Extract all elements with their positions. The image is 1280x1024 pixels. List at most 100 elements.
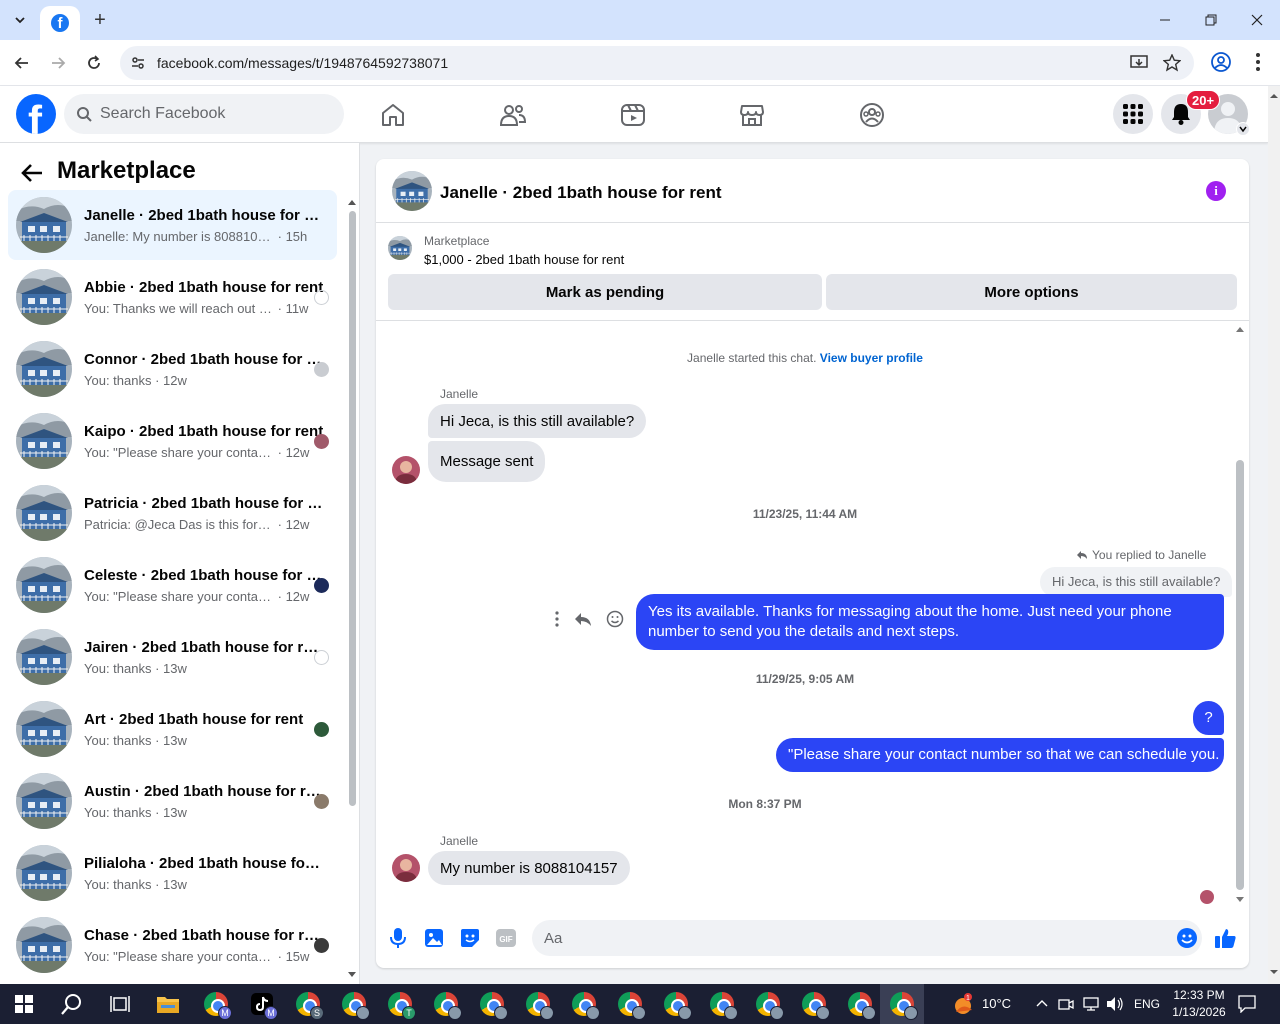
taskbar-search-button[interactable]: [50, 984, 94, 1024]
react-emoji-icon[interactable]: [606, 610, 624, 628]
outgoing-message[interactable]: Yes its available. Thanks for messaging …: [636, 594, 1224, 650]
clock-time[interactable]: 12:33 PM: [1170, 988, 1228, 1002]
conversation-item[interactable]: Austin · 2bed 1bath house for rent You: …: [8, 766, 337, 836]
site-settings-icon[interactable]: [130, 55, 146, 71]
page-scrollbar[interactable]: [1268, 86, 1280, 984]
chat-title[interactable]: Janelle · 2bed 1bath house for rent: [440, 183, 722, 203]
menu-button[interactable]: [1113, 94, 1153, 134]
weather-temp[interactable]: 10°C: [982, 996, 1011, 1011]
taskbar-chrome[interactable]: [654, 984, 698, 1024]
conversation-item[interactable]: Kaipo · 2bed 1bath house for rent You: "…: [8, 406, 337, 476]
chat-listing-avatar[interactable]: [392, 171, 432, 211]
conversation-item[interactable]: Celeste · 2bed 1bath house for rent You:…: [8, 550, 337, 620]
reply-icon[interactable]: [574, 611, 592, 627]
sender-avatar[interactable]: [392, 854, 420, 882]
weather-icon[interactable]: 1: [950, 992, 976, 1016]
chat-scroll-thumb[interactable]: [1236, 460, 1244, 890]
task-view-button[interactable]: [98, 984, 142, 1024]
taskbar-chrome[interactable]: [424, 984, 468, 1024]
taskbar-chrome-m[interactable]: M: [194, 984, 238, 1024]
quoted-message[interactable]: Hi Jeca, is this still available?: [1040, 567, 1233, 597]
conversation-item[interactable]: Janelle · 2bed 1bath house for rent Jane…: [8, 190, 337, 260]
meet-now-icon[interactable]: [1058, 996, 1074, 1012]
scroll-down-icon[interactable]: [1268, 966, 1280, 978]
taskbar-chrome[interactable]: [700, 984, 744, 1024]
taskbar-chrome[interactable]: [516, 984, 560, 1024]
reload-button[interactable]: [82, 51, 106, 75]
incoming-message[interactable]: My number is 8088104157: [428, 851, 630, 885]
back-button[interactable]: [10, 51, 34, 75]
message-input[interactable]: [532, 920, 1202, 956]
scroll-up-icon[interactable]: [1268, 90, 1280, 102]
bookmark-star-icon[interactable]: [1163, 54, 1181, 72]
gif-button[interactable]: GIF: [494, 926, 518, 950]
minimize-button[interactable]: [1142, 0, 1188, 40]
facebook-logo[interactable]: f: [16, 94, 56, 134]
scroll-down-icon[interactable]: [1234, 894, 1246, 904]
install-app-icon[interactable]: [1130, 54, 1148, 72]
forward-button[interactable]: [46, 51, 70, 75]
new-tab-button[interactable]: +: [88, 8, 112, 32]
file-explorer-button[interactable]: [146, 984, 190, 1024]
taskbar-chrome-active[interactable]: [880, 984, 924, 1024]
address-bar[interactable]: facebook.com/messages/t/1948764592738071: [120, 46, 1194, 80]
mark-as-pending-button[interactable]: Mark as pending: [388, 274, 822, 310]
conversation-item[interactable]: Patricia · 2bed 1bath house for rent Pat…: [8, 478, 337, 548]
start-button[interactable]: [2, 984, 46, 1024]
sidebar-scroll-thumb[interactable]: [349, 211, 356, 806]
network-icon[interactable]: [1082, 996, 1100, 1012]
scroll-up-icon[interactable]: [346, 197, 358, 207]
more-options-button[interactable]: More options: [826, 274, 1237, 310]
conversation-item[interactable]: Art · 2bed 1bath house for rent You: tha…: [8, 694, 337, 764]
back-button[interactable]: [18, 159, 46, 187]
conversation-item[interactable]: Connor · 2bed 1bath house for rent You: …: [8, 334, 337, 404]
browser-tab-facebook[interactable]: f: [40, 6, 80, 40]
taskbar-chrome[interactable]: [562, 984, 606, 1024]
emoji-button[interactable]: [1175, 926, 1199, 950]
conversation-item[interactable]: Abbie · 2bed 1bath house for rent You: T…: [8, 262, 337, 332]
conversation-item[interactable]: Pilialoha · 2bed 1bath house for rent Yo…: [8, 838, 337, 908]
browser-profile-icon[interactable]: [1210, 51, 1232, 73]
listing-thumbnail[interactable]: [388, 236, 412, 260]
notification-center-icon[interactable]: [1238, 995, 1256, 1013]
sender-avatar[interactable]: [392, 456, 420, 484]
taskbar-chrome-s[interactable]: S: [286, 984, 330, 1024]
taskbar-chrome[interactable]: [838, 984, 882, 1024]
browser-menu-icon[interactable]: [1248, 51, 1268, 73]
nav-marketplace[interactable]: [696, 90, 808, 140]
view-buyer-profile-link[interactable]: View buyer profile: [820, 351, 923, 365]
chevron-up-icon[interactable]: [1036, 998, 1048, 1008]
nav-home[interactable]: [337, 90, 449, 140]
like-button[interactable]: [1214, 926, 1238, 950]
taskbar-chrome[interactable]: [746, 984, 790, 1024]
info-icon[interactable]: i: [1206, 181, 1226, 201]
more-icon[interactable]: [554, 611, 560, 627]
taskbar-tiktok[interactable]: M: [240, 984, 284, 1024]
scroll-up-icon[interactable]: [1234, 324, 1246, 334]
nav-groups[interactable]: [816, 90, 928, 140]
facebook-search[interactable]: [64, 94, 344, 134]
clock-date[interactable]: 1/13/2026: [1166, 1005, 1232, 1019]
restore-button[interactable]: [1188, 0, 1234, 40]
outgoing-message[interactable]: "Please share your contact number so tha…: [776, 738, 1224, 772]
scroll-down-icon[interactable]: [346, 969, 358, 979]
taskbar-chrome-t[interactable]: T: [378, 984, 422, 1024]
attach-photo-button[interactable]: [422, 926, 446, 950]
taskbar-chrome[interactable]: [332, 984, 376, 1024]
taskbar-chrome[interactable]: [792, 984, 836, 1024]
url-text[interactable]: facebook.com/messages/t/1948764592738071: [157, 55, 448, 71]
taskbar-chrome[interactable]: [608, 984, 652, 1024]
nav-friends[interactable]: [457, 90, 569, 140]
tab-search-button[interactable]: [8, 8, 32, 32]
incoming-message[interactable]: Message sent: [428, 441, 546, 482]
outgoing-message[interactable]: ?: [1193, 701, 1224, 735]
voice-clip-button[interactable]: [386, 926, 410, 950]
taskbar-chrome[interactable]: [470, 984, 514, 1024]
close-window-button[interactable]: [1234, 0, 1280, 40]
chat-scrollbar[interactable]: [1234, 322, 1246, 905]
conversation-item[interactable]: Jairen · 2bed 1bath house for rent You: …: [8, 622, 337, 692]
listing-price[interactable]: $1,000 - 2bed 1bath house for rent: [424, 252, 624, 267]
language-indicator[interactable]: ENG: [1134, 997, 1160, 1011]
search-input[interactable]: [100, 94, 330, 134]
incoming-message[interactable]: Hi Jeca, is this still available?: [428, 404, 647, 438]
